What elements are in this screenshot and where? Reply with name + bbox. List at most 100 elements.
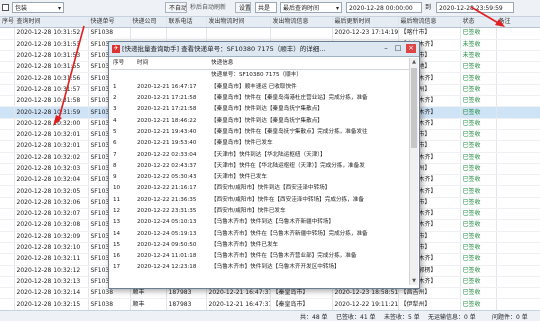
cell-no <box>0 197 15 210</box>
cell-no <box>0 208 15 221</box>
cell-no <box>0 152 15 164</box>
tracking-detail-dialog: ✈ [快递批量查询助手] 查看快递单号：SF10380 7175（顺丰）的详细.… <box>108 41 420 289</box>
detail-info: 【乌鲁木齐市】快件已发车 <box>211 241 279 248</box>
detail-time: 2020-12-24 09:50:50 <box>137 241 197 248</box>
cell-phone <box>166 27 207 40</box>
cell-no <box>0 72 15 85</box>
detail-row[interactable]: 2 2020-12-21 17:21:58 【秦皇岛市】快件在【秦皇岛海港杜庄营业站… <box>111 93 409 104</box>
scrollbar-thumb[interactable] <box>411 68 417 148</box>
detail-row[interactable]: 10 2020-12-22 21:16:17 【西安市/咸阳市】快件到达【西安洼泽中… <box>111 183 409 194</box>
from-date-value: 2020-12-28 00:00:00 <box>349 5 413 12</box>
detail-info: 【西安市/咸阳市】快件在【西安洼泽中转场】完成分拣，准备 <box>211 196 364 203</box>
cell-status: 已签收 <box>460 152 497 164</box>
detail-info: 【天津市】快件已发车 <box>211 174 267 181</box>
annotation-arrow-icon <box>470 6 505 27</box>
cell-no <box>0 242 15 255</box>
detail-row[interactable]: 13 2020-12-24 05:10:13 【乌鲁木齐市】快件到达【乌鲁木齐新疆中… <box>111 217 409 228</box>
detail-no: 16 <box>113 253 121 260</box>
column-header[interactable]: 序号 <box>0 17 15 29</box>
cell-remark <box>496 106 540 119</box>
column-header[interactable]: 发出物流信息 <box>270 17 333 29</box>
detail-info: 【天津市】快件在【华北陆运枢纽（天津）】完成分拣，准备发 <box>211 162 365 169</box>
time-field-select-value: 最后查询时间 <box>283 5 320 12</box>
checkbox-icon[interactable] <box>2 2 11 13</box>
cell-tracking: SF1038 <box>88 27 131 40</box>
cell-no <box>0 287 15 300</box>
cell-status: 已签收 <box>460 140 497 153</box>
from-date-input[interactable]: 2020-12-28 00:00:00 <box>346 2 422 13</box>
detail-row[interactable]: 9 2020-12-22 05:30:43 【天津市】快件已发车 <box>111 172 409 183</box>
toolbar: 包装 ▾ 不自动 秒后自动刷新 设置 共是 最后查询时间 ▾ 2020-12-28 … <box>0 0 540 17</box>
detail-row[interactable]: 11 2020-12-22 21:36:35 【西安市/咸阳市】快件在【西安洼泽中转… <box>111 195 409 206</box>
cell-no <box>0 174 15 187</box>
detail-no: 3 <box>113 106 117 113</box>
cell-latest: 【昌吉州】 <box>398 287 461 300</box>
column-header[interactable]: 发出物流时间 <box>206 17 271 29</box>
table-row[interactable]: 2020-12-28 10:32:15 SF1038 顺丰 187983 2020-12… <box>0 298 540 310</box>
cell-time: 2020-12-28 10:32:04 <box>14 174 89 187</box>
detail-row[interactable]: 17 2020-12-24 12:23:18 【乌鲁木齐市】快件到达【乌鲁木齐开发区… <box>111 262 409 273</box>
detail-time: 2020-12-24 05:19:13 <box>137 230 197 237</box>
cell-status: 已签收 <box>460 106 497 119</box>
detail-time: 2020-12-21 17:21:58 <box>137 106 197 113</box>
maximize-icon[interactable]: □ <box>393 44 403 53</box>
cell-remark <box>496 140 540 153</box>
detail-no: 11 <box>113 196 121 203</box>
detail-row[interactable]: 1 2020-12-21 16:47:17 【秦皇岛市】顺丰速运 已收取快件 <box>111 82 409 93</box>
cell-sent-time: 2020-12-21 16:47:37 <box>206 298 271 310</box>
detail-row[interactable]: 14 2020-12-24 05:19:13 【乌鲁木齐市】快件在【乌鲁木齐新疆中转… <box>111 228 409 239</box>
cell-status: 已签收 <box>460 219 497 232</box>
cell-no <box>0 140 15 153</box>
cell-remark <box>496 95 540 108</box>
detail-subheader-row: 快递单号：SF10380 7175（顺丰） <box>111 70 409 82</box>
detail-info: 【秦皇岛市】快件到达【秦皇岛抚宁集散点】 <box>211 117 323 124</box>
cell-time: 2020-12-28 10:32:15 <box>14 298 89 310</box>
detail-row[interactable]: 6 2020-12-21 19:53:40 【秦皇岛市】快件已发车 <box>111 138 409 149</box>
column-header[interactable]: 最后更新时间 <box>332 17 399 29</box>
cell-phone: 187983 <box>166 287 207 300</box>
cell-status: 已签收 <box>460 287 497 300</box>
detail-time: 2020-12-22 05:30:43 <box>137 174 197 181</box>
table-row[interactable]: 2020-12-28 10:32:14 SF1038 顺丰 187983 2020-12… <box>0 287 540 300</box>
column-header[interactable]: 快递公司 <box>130 17 167 29</box>
column-header[interactable]: 最后物流信息 <box>398 17 461 29</box>
detail-row[interactable]: 12 2020-12-22 23:31:35 【西安市/咸阳市】快件已发车 <box>111 206 409 217</box>
detail-no: 7 <box>113 151 117 158</box>
scope-select[interactable]: 共是 <box>255 2 277 13</box>
tracking-detail-table: 序号 时间 快递信息 快递单号：SF10380 7175（顺丰） 1 2020-1… <box>111 58 409 274</box>
cell-remark <box>496 174 540 187</box>
detail-time: 2020-12-21 19:43:40 <box>137 128 197 135</box>
detail-time: 2020-12-21 19:53:40 <box>137 140 197 147</box>
detail-row[interactable]: 3 2020-12-21 17:21:58 【秦皇岛市】快件到达【秦皇岛抚宁集散点】 <box>111 104 409 115</box>
column-header[interactable]: 快递单号 <box>88 17 131 29</box>
dialog-scrollbar[interactable]: ▲ ▼ <box>409 58 418 285</box>
close-icon[interactable]: × <box>406 44 416 53</box>
detail-row[interactable]: 8 2020-12-22 02:43:37 【天津市】快件在【华北陆运枢纽（天津）】… <box>111 161 409 172</box>
time-field-select[interactable]: 最后查询时间 ▾ <box>280 2 342 13</box>
dialog-titlebar[interactable]: ✈ [快递批量查询助手] 查看快递单号：SF10380 7175（顺丰）的详细.… <box>109 42 419 57</box>
minimize-icon[interactable]: – <box>381 44 391 53</box>
cell-no <box>0 39 15 51</box>
detail-info: 【秦皇岛市】快件已发车 <box>211 140 273 147</box>
status-bar: 共：48 单 已签收：41 单 未签收：5 单 无运输信息：0 单 问题件：0 … <box>0 310 540 321</box>
scroll-down-icon[interactable]: ▼ <box>410 277 418 285</box>
settings-button[interactable]: 设置 <box>235 2 251 13</box>
detail-info: 【乌鲁木齐市】快件到达【乌鲁木齐新疆中转场】 <box>211 219 335 226</box>
cell-remark <box>496 231 540 243</box>
column-header[interactable]: 联系电话 <box>166 17 207 29</box>
detail-header-row: 序号 时间 快递信息 <box>111 58 409 71</box>
cell-time: 2020-12-28 10:32:01 <box>14 140 89 153</box>
filter-select[interactable]: 包装 ▾ <box>12 2 64 13</box>
detail-row[interactable]: 4 2020-12-21 18:46:22 【秦皇岛市】快件到达【秦皇岛抚宁集散点】 <box>111 115 409 126</box>
scroll-up-icon[interactable]: ▲ <box>410 58 418 66</box>
cell-time: 2020-12-28 10:32:05 <box>14 185 89 198</box>
detail-row[interactable]: 7 2020-12-22 02:33:04 【天津市】快件到达【华北陆运枢纽（天津）… <box>111 149 409 160</box>
detail-row[interactable]: 16 2020-12-24 11:01:18 【乌鲁木齐市】快件在【乌鲁木齐营业部】… <box>111 251 409 262</box>
detail-row[interactable]: 15 2020-12-24 09:50:50 【乌鲁木齐市】快件已发车 <box>111 240 409 251</box>
cell-time: 2020-12-28 10:32:11 <box>14 253 89 266</box>
cell-tracking: SF1038 <box>88 298 131 310</box>
detail-info: 【西安市/咸阳市】快件到达【西安洼泽中转场】 <box>211 185 331 192</box>
auto-refresh-button[interactable]: 不自动 <box>165 2 187 13</box>
cell-company: 顺丰 <box>130 298 167 310</box>
detail-row[interactable]: 5 2020-12-21 19:43:40 【秦皇岛市】快件在【秦皇岛抚宁集散点】完… <box>111 127 409 138</box>
